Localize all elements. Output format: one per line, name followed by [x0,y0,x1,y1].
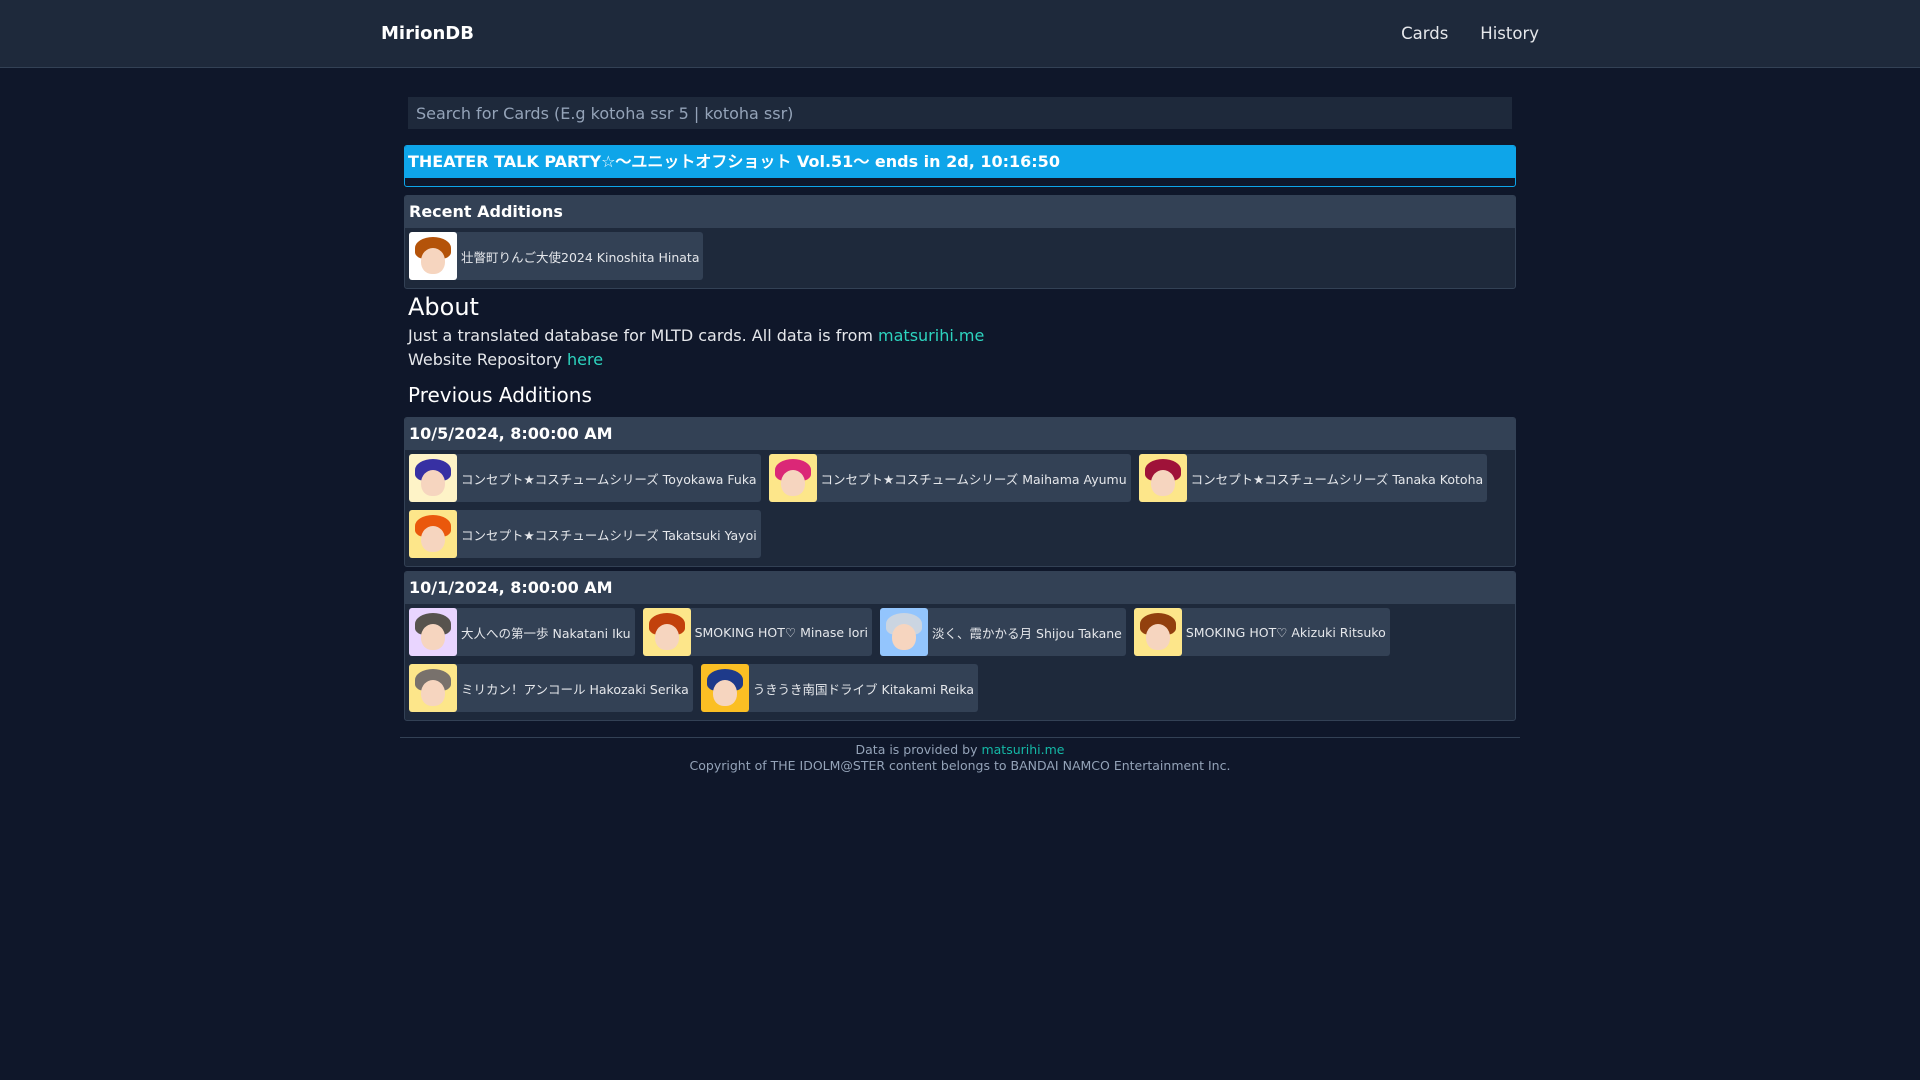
about-description-text: Just a translated database for MLTD card… [408,326,879,345]
event-banner[interactable]: THEATER TALK PARTY☆～ユニットオフショット Vol.51～ e… [404,145,1516,187]
footer-data-text: Data is provided by [855,742,982,757]
matsurihi-link[interactable]: matsurihi.me [878,326,984,345]
card-chip[interactable]: ミリカン！アンコール Hakozaki Serika [409,664,693,712]
card-chip[interactable]: コンセプト★コスチュームシリーズ Tanaka Kotoha [1138,454,1488,502]
search-input[interactable] [408,97,1512,129]
addition-group-date: 10/5/2024, 8:00:00 AM [405,418,1515,450]
card-avatar-icon [700,664,749,712]
card-avatar-icon [642,608,691,656]
footer-matsurihi-link[interactable]: matsurihi.me [981,742,1064,757]
card-avatar-icon [880,608,929,656]
card-label: コンセプト★コスチュームシリーズ Maihama Ayumu [820,471,1127,487]
navbar: MirionDB Cards History [0,0,1920,68]
repository-link[interactable]: here [567,350,603,369]
card-avatar-icon [409,608,457,656]
card-label: 壮瞥町りんご大使2024 Kinoshita Hinata [461,249,700,265]
nav-link-history[interactable]: History [1480,0,1539,68]
card-label: SMOKING HOT♡ Akizuki Ritsuko [1185,624,1386,640]
footer: Data is provided by matsurihi.me Copyrig… [400,737,1520,774]
card-chip[interactable]: SMOKING HOT♡ Minase Iori [642,608,873,656]
card-avatar-icon [409,454,457,502]
about-title: About [408,293,479,321]
footer-data-source: Data is provided by matsurihi.me [400,742,1520,758]
event-text: THEATER TALK PARTY☆～ユニットオフショット Vol.51～ e… [405,146,1515,178]
card-list: 大人への第一歩 Nakatani Iku SMOKING HOT♡ Minase… [405,604,1515,720]
card-chip[interactable]: うきうき南国ドライブ Kitakami Reika [700,664,979,712]
card-chip[interactable]: SMOKING HOT♡ Akizuki Ritsuko [1133,608,1390,656]
card-chip[interactable]: 壮瞥町りんご大使2024 Kinoshita Hinata [409,232,704,280]
card-label: コンセプト★コスチュームシリーズ Tanaka Kotoha [1190,471,1484,487]
card-label: 大人への第一歩 Nakatani Iku [461,625,631,641]
card-chip[interactable]: コンセプト★コスチュームシリーズ Toyokawa Fuka [409,454,761,502]
card-label: ミリカン！アンコール Hakozaki Serika [461,681,689,697]
card-label: コンセプト★コスチュームシリーズ Toyokawa Fuka [461,471,757,487]
card-avatar-icon [409,664,457,712]
card-chip[interactable]: 大人への第一歩 Nakatani Iku [409,608,635,656]
addition-group-date: 10/1/2024, 8:00:00 AM [405,572,1515,604]
nav-links: Cards History [1401,0,1539,68]
nav-link-cards[interactable]: Cards [1401,0,1448,68]
card-label: SMOKING HOT♡ Minase Iori [694,624,869,640]
repository-line: Website Repository here [408,350,603,369]
brand-logo[interactable]: MirionDB [381,0,474,68]
footer-copyright: Copyright of THE IDOLM@STER content belo… [689,758,1231,773]
card-label: うきうき南国ドライブ Kitakami Reika [752,681,975,697]
card-avatar-icon [1133,608,1182,656]
repository-text: Website Repository [408,350,568,369]
card-avatar-icon [1138,454,1187,502]
recent-additions-panel: Recent Additions 壮瞥町りんご大使2024 Kinoshita … [404,195,1516,289]
card-list: コンセプト★コスチュームシリーズ Toyokawa Fuka コンセプト★コスチ… [405,450,1515,566]
card-chip[interactable]: コンセプト★コスチュームシリーズ Takatsuki Yayoi [409,510,761,558]
card-avatar-icon [409,232,457,280]
card-chip[interactable]: コンセプト★コスチュームシリーズ Maihama Ayumu [768,454,1131,502]
card-avatar-icon [768,454,817,502]
addition-group: 10/1/2024, 8:00:00 AM 大人への第一歩 Nakatani I… [404,571,1516,721]
card-label: 淡く、霞かかる月 Shijou Takane [932,625,1122,641]
recent-additions-title: Recent Additions [405,196,1515,228]
recent-card-list: 壮瞥町りんご大使2024 Kinoshita Hinata [405,228,1515,288]
previous-additions-title: Previous Additions [408,383,592,407]
card-label: コンセプト★コスチュームシリーズ Takatsuki Yayoi [461,527,757,543]
card-chip[interactable]: 淡く、霞かかる月 Shijou Takane [880,608,1126,656]
card-avatar-icon [409,510,457,558]
addition-group: 10/5/2024, 8:00:00 AM コンセプト★コスチュームシリーズ T… [404,417,1516,567]
about-description: Just a translated database for MLTD card… [408,326,984,345]
